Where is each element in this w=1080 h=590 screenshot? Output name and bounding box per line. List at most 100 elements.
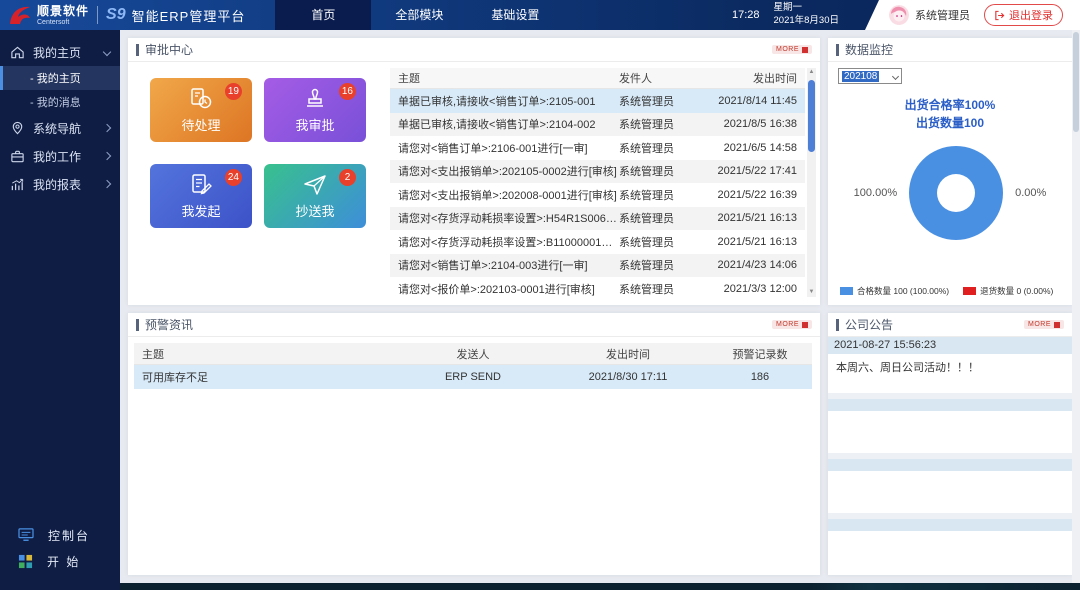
alerts-panel: 预警资讯 MORE 主题 发送人 发出时间 预警记录数 可用库存不足ERP SE…: [128, 313, 820, 575]
nav-tab-3[interactable]: 基础设置: [467, 0, 563, 30]
alert-row-subject: 可用库存不足: [134, 369, 398, 385]
more-icon: [802, 47, 808, 53]
bottom-bar: [120, 583, 1080, 590]
tile-pending[interactable]: 19 待处理: [150, 78, 252, 142]
topbar-user-area: 系统管理员 退出登录: [865, 0, 1080, 30]
announcement-content: 本周六、周日公司活动！！！: [828, 354, 1072, 393]
avatar-icon: [889, 5, 909, 25]
col-time: 发出时间: [548, 346, 708, 362]
doc-edit-icon: [188, 172, 214, 198]
cc-me-count-badge: 2: [339, 169, 356, 186]
chevron-down-icon: [892, 72, 899, 79]
app-title: 智能ERP管理平台: [132, 6, 246, 25]
approval-center-title: 审批中心: [145, 41, 193, 58]
period-select[interactable]: 202108: [838, 68, 902, 84]
sidebar-item-system-nav[interactable]: 系统导航: [0, 114, 120, 142]
logout-button[interactable]: 退出登录: [984, 4, 1063, 26]
nav-tab-1[interactable]: 首页: [275, 0, 371, 30]
nav-tab-2[interactable]: 全部模块: [371, 0, 467, 30]
alerts-title: 预警资讯: [145, 316, 193, 333]
legend-swatch: [963, 287, 976, 295]
console-button[interactable]: 控制台: [18, 522, 120, 548]
period-value: 202108: [842, 71, 879, 82]
data-monitor-header: 数据监控: [828, 38, 1072, 62]
approval-row-time: 2021/5/21 16:13: [705, 236, 805, 248]
announcement-time: [828, 519, 1072, 531]
page-scrollbar-thumb[interactable]: [1073, 32, 1079, 132]
data-monitor-panel: 数据监控 202108 出货合格率100% 出货数量100 100.00% 0.…: [828, 38, 1072, 305]
shipment-qty-text: 出货数量100: [838, 114, 1062, 132]
approval-row[interactable]: 请您对<报价单>:202103-0001进行[审核]系统管理员2021/3/3 …: [390, 277, 805, 301]
chart-icon: [10, 177, 25, 192]
start-button[interactable]: 开 始: [18, 548, 120, 574]
sidebar-subitem-my-home[interactable]: - 我的主页: [0, 66, 120, 90]
more-label: MORE: [776, 46, 799, 53]
approval-row-subject: 请您对<支出报销单>:202008-0001进行[审核]: [390, 187, 619, 203]
s9-logo: S9: [106, 6, 126, 24]
approval-row[interactable]: 请您对<销售订单>:2106-001进行[一审]系统管理员2021/6/5 14…: [390, 136, 805, 160]
approval-row-subject: 单据已审核,请接收<销售订单>:2105-001: [390, 93, 619, 109]
approval-row-time: 2021/4/23 14:06: [705, 259, 805, 271]
date: 2021年8月30日: [774, 15, 839, 28]
scroll-down-icon[interactable]: ▼: [807, 288, 816, 297]
approval-row[interactable]: 请您对<存货浮动耗损率设置>:B11000001进行[审核]系统管理员2021/…: [390, 230, 805, 254]
approval-row[interactable]: 请您对<存货浮动耗损率设置>:H54R1S006002进行[审核]系统管理员20…: [390, 207, 805, 231]
announcements-title: 公司公告: [845, 316, 893, 333]
tile-my-approvals[interactable]: 16 我审批: [264, 78, 366, 142]
approval-row-sender: 系统管理员: [619, 210, 705, 226]
approval-row[interactable]: 请您对<支出报销单>:202105-0002进行[审核]系统管理员2021/5/…: [390, 160, 805, 184]
clock: 17:28: [732, 9, 760, 21]
approval-table-scrollbar[interactable]: ▲ ▼: [807, 68, 816, 297]
pie-right-label: 0.00%: [1015, 187, 1046, 199]
approval-row[interactable]: 单据已审核,请接收<销售订单>:2104-002系统管理员2021/8/5 16…: [390, 113, 805, 137]
legend-swatch: [840, 287, 853, 295]
col-subject: 主题: [390, 70, 619, 86]
alert-row-count: 186: [708, 371, 812, 383]
announcement-content: [828, 411, 1072, 453]
logo-title: 顺景软件: [37, 5, 89, 17]
announcement-item-empty: [828, 399, 1072, 453]
alerts-table-header: 主题 发送人 发出时间 预警记录数: [134, 343, 812, 365]
sidebar-item-my-reports[interactable]: 我的报表: [0, 170, 120, 198]
alert-row[interactable]: 可用库存不足ERP SEND2021/8/30 17:11186: [134, 365, 812, 389]
approval-row-sender: 系统管理员: [619, 140, 705, 156]
alerts-more-button[interactable]: MORE: [772, 320, 812, 329]
scrollbar-thumb[interactable]: [808, 80, 815, 152]
announcements-panel: 公司公告 MORE 2021-08-27 15:56:23本周六、周日公司活动！…: [828, 313, 1072, 575]
announcements-more-button[interactable]: MORE: [1024, 320, 1064, 329]
approval-row-time: 2021/3/3 12:00: [705, 283, 805, 295]
col-time: 发出时间: [705, 70, 805, 86]
approval-row[interactable]: 单据已审核,请接收<销售订单>:2105-001系统管理员2021/8/14 1…: [390, 89, 805, 113]
sidebar-item-my-work[interactable]: 我的工作: [0, 142, 120, 170]
tile-initiated[interactable]: 24 我发起: [150, 164, 252, 228]
col-sender: 发送人: [398, 346, 548, 362]
sidebar-subitem-label: - 我的主页: [30, 70, 81, 86]
chevron-right-icon: [103, 180, 111, 188]
initiated-count-badge: 24: [225, 169, 242, 186]
approval-center-panel: 审批中心 MORE 19 待处理 16: [128, 38, 820, 305]
legend-label: 合格数量 100 (100.00%): [857, 285, 949, 297]
approval-more-button[interactable]: MORE: [772, 45, 812, 54]
col-count: 预警记录数: [708, 346, 812, 362]
sidebar-subitem-label: - 我的消息: [30, 94, 81, 110]
user-avatar[interactable]: [889, 5, 909, 25]
tile-label: 待处理: [181, 115, 220, 134]
scroll-up-icon[interactable]: ▲: [807, 68, 816, 77]
approval-row[interactable]: 请您对<支出报销单>:202008-0001进行[审核]系统管理员2021/5/…: [390, 183, 805, 207]
page-scrollbar[interactable]: [1072, 30, 1080, 583]
console-icon: [18, 528, 34, 542]
announcement-item[interactable]: 2021-08-27 15:56:23本周六、周日公司活动！！！: [828, 337, 1072, 393]
announcement-content: [828, 531, 1072, 575]
sidebar-subitem-my-messages[interactable]: - 我的消息: [0, 90, 120, 114]
col-sender: 发件人: [619, 70, 705, 86]
approval-row-sender: 系统管理员: [619, 281, 705, 297]
chevron-right-icon: [103, 152, 111, 160]
tile-cc-me[interactable]: 2 抄送我: [264, 164, 366, 228]
approval-table-header: 主题 发件人 发出时间: [390, 68, 805, 89]
announcements-list: 2021-08-27 15:56:23本周六、周日公司活动！！！: [828, 337, 1072, 575]
approval-row[interactable]: 请您对<销售订单>:2104-003进行[一审]系统管理员2021/4/23 1…: [390, 254, 805, 278]
sidebar-item-my-home[interactable]: 我的主页: [0, 38, 120, 66]
alerts-header: 预警资讯 MORE: [128, 313, 820, 337]
pie-left-label: 100.00%: [854, 187, 897, 199]
approval-row-time: 2021/5/21 16:13: [705, 212, 805, 224]
